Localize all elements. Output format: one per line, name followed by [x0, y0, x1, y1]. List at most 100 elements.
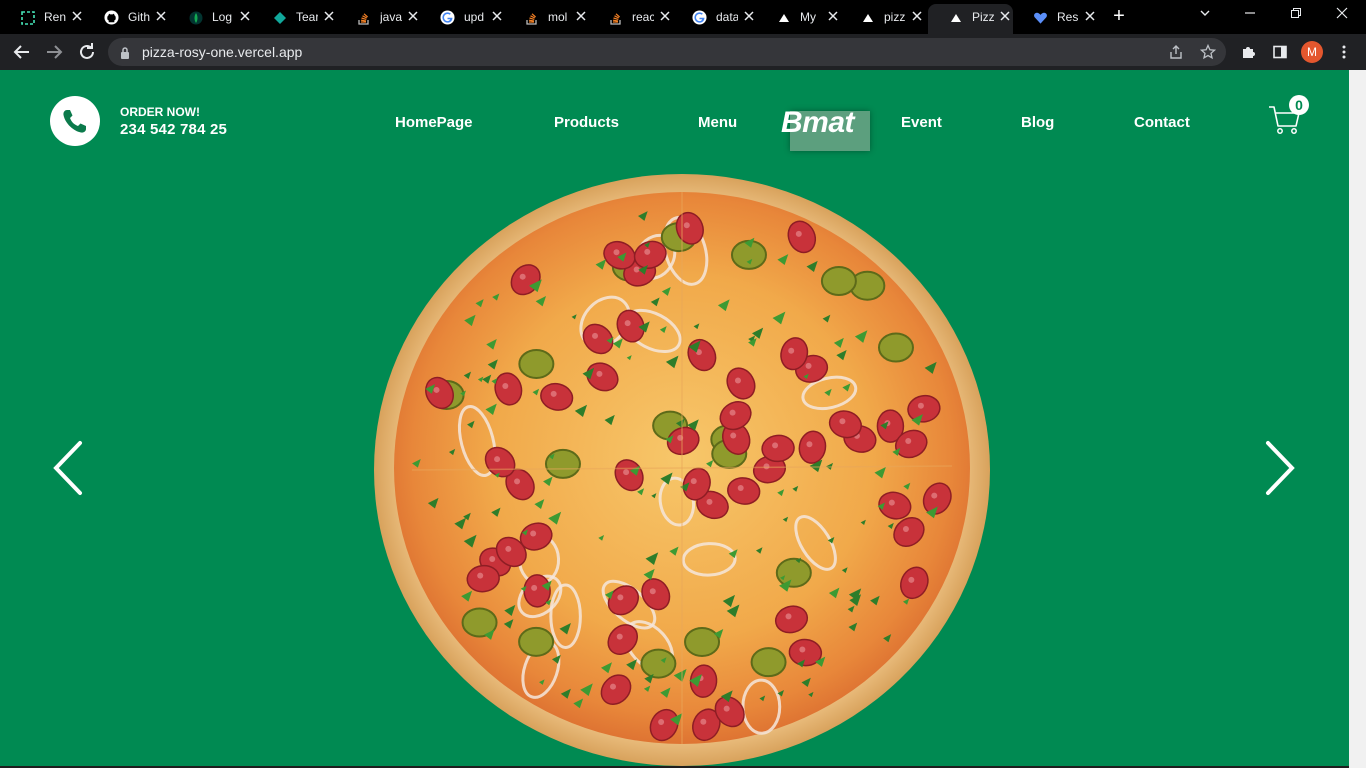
- sausage-highlight: [839, 418, 846, 425]
- slider-prev-arrow-icon[interactable]: [50, 440, 86, 496]
- browser-tab[interactable]: Tear: [252, 4, 336, 31]
- sausage-highlight: [795, 230, 802, 237]
- browser-tab[interactable]: Res: [1013, 4, 1097, 31]
- browser-tab[interactable]: Pizz: [928, 4, 1013, 34]
- lock-icon: [120, 46, 130, 64]
- share-icon[interactable]: [1168, 44, 1184, 60]
- phone-call-button[interactable]: [50, 96, 100, 146]
- sausage-highlight: [888, 499, 895, 506]
- close-tab-icon[interactable]: [490, 9, 504, 25]
- phone-number[interactable]: 234 542 784 25: [120, 121, 227, 138]
- pickle-slice: [750, 647, 787, 678]
- pickle-slice: [820, 266, 857, 297]
- google-icon: [440, 10, 455, 25]
- sausage-highlight: [519, 273, 526, 280]
- sausage-highlight: [734, 377, 741, 384]
- browser-tab[interactable]: mol: [504, 4, 588, 31]
- pizza-hero-image: [374, 174, 990, 766]
- close-tab-icon[interactable]: [998, 9, 1012, 25]
- new-tab-button[interactable]: +: [1109, 6, 1129, 26]
- minimize-window-icon[interactable]: [1238, 4, 1262, 26]
- sausage-highlight: [592, 332, 599, 339]
- sausage-highlight: [706, 498, 713, 505]
- sausage-highlight: [514, 478, 521, 485]
- sausage-highlight: [617, 594, 624, 601]
- menu-kebab-icon[interactable]: [1336, 44, 1352, 60]
- stackoverflow-icon: [524, 10, 539, 25]
- browser-tab-label: data: [716, 10, 738, 24]
- sausage-highlight: [763, 463, 770, 470]
- heart-icon: [1033, 10, 1048, 25]
- url-text: pizza-rosy-one.vercel.app: [142, 44, 303, 60]
- sausage-highlight: [494, 456, 501, 463]
- side-panel-icon[interactable]: [1272, 44, 1288, 60]
- browser-tab-label: Ren: [44, 10, 66, 24]
- render-icon: [20, 10, 35, 25]
- close-tab-icon[interactable]: [238, 9, 252, 25]
- nav-link-menu[interactable]: Menu: [698, 114, 737, 131]
- browser-tab[interactable]: Ren: [0, 4, 84, 31]
- sausage-highlight: [908, 576, 915, 583]
- sausage-highlight: [530, 530, 537, 537]
- profile-avatar[interactable]: M: [1301, 41, 1323, 63]
- nav-link-blog[interactable]: Blog: [1021, 114, 1054, 131]
- nav-link-event[interactable]: Event: [901, 114, 942, 131]
- browser-tab[interactable]: java: [336, 4, 420, 31]
- pickle-slice: [518, 348, 555, 379]
- back-icon[interactable]: [10, 40, 34, 64]
- sausage-highlight: [730, 432, 737, 439]
- close-tab-icon[interactable]: [658, 9, 672, 25]
- sausage-highlight: [477, 572, 484, 579]
- sausage-highlight: [610, 683, 616, 690]
- nav-link-products[interactable]: Products: [554, 114, 619, 131]
- sausage-highlight: [616, 633, 623, 640]
- browser-tab-strip: Ren Gith Log Tear java upd mol reac data My pizz Pi…: [0, 0, 1366, 34]
- browser-toolbar: pizza-rosy-one.vercel.app M: [0, 34, 1366, 70]
- close-tab-icon[interactable]: [322, 9, 336, 25]
- browser-tab[interactable]: pizz: [840, 4, 928, 31]
- cart-count-badge: 0: [1289, 95, 1309, 115]
- slider-next-arrow-icon[interactable]: [1262, 440, 1298, 496]
- extensions-puzzle-icon[interactable]: [1240, 44, 1256, 60]
- close-tab-icon[interactable]: [406, 9, 420, 25]
- sausage-highlight: [531, 584, 538, 591]
- reload-icon[interactable]: [75, 40, 99, 64]
- page-scrollbar[interactable]: [1349, 70, 1366, 768]
- browser-tab-label: reac: [632, 10, 654, 24]
- sausage-highlight: [700, 718, 707, 725]
- sausage-highlight: [623, 469, 630, 476]
- close-tab-icon[interactable]: [826, 9, 840, 25]
- bookmark-star-icon[interactable]: [1199, 43, 1217, 60]
- site-logo[interactable]: Bmat: [781, 106, 855, 140]
- address-bar[interactable]: pizza-rosy-one.vercel.app: [108, 38, 1226, 66]
- browser-tab-label: pizz: [884, 10, 906, 24]
- close-tab-icon[interactable]: [1083, 9, 1097, 25]
- sausage-highlight: [489, 555, 496, 562]
- nav-link-homepage[interactable]: HomePage: [395, 114, 473, 131]
- order-now-label: ORDER NOW!: [120, 105, 200, 119]
- sausage-highlight: [658, 719, 665, 726]
- close-tab-icon[interactable]: [154, 9, 168, 25]
- close-tab-icon[interactable]: [574, 9, 588, 25]
- sausage-highlight: [737, 484, 744, 491]
- close-tab-icon[interactable]: [742, 9, 756, 25]
- sausage-highlight: [649, 588, 656, 595]
- sausage-highlight: [902, 526, 909, 533]
- browser-tab[interactable]: Log: [168, 4, 252, 31]
- nav-link-contact[interactable]: Contact: [1134, 114, 1190, 131]
- browser-tab[interactable]: data: [672, 4, 756, 31]
- close-tab-icon[interactable]: [910, 9, 924, 25]
- browser-tab[interactable]: upd: [420, 4, 504, 31]
- pickle-slice: [518, 626, 555, 657]
- browser-tab[interactable]: My: [756, 4, 840, 31]
- close-tab-icon[interactable]: [70, 9, 84, 25]
- sausage-highlight: [690, 478, 697, 485]
- tab-search-icon[interactable]: [1193, 4, 1217, 26]
- forward-icon[interactable]: [42, 40, 66, 64]
- sausage-highlight: [644, 248, 651, 255]
- close-window-icon[interactable]: [1330, 4, 1354, 26]
- restore-window-icon[interactable]: [1284, 4, 1308, 26]
- pickle-slice: [684, 626, 721, 657]
- browser-tab[interactable]: reac: [588, 4, 672, 31]
- browser-tab[interactable]: Gith: [84, 4, 168, 31]
